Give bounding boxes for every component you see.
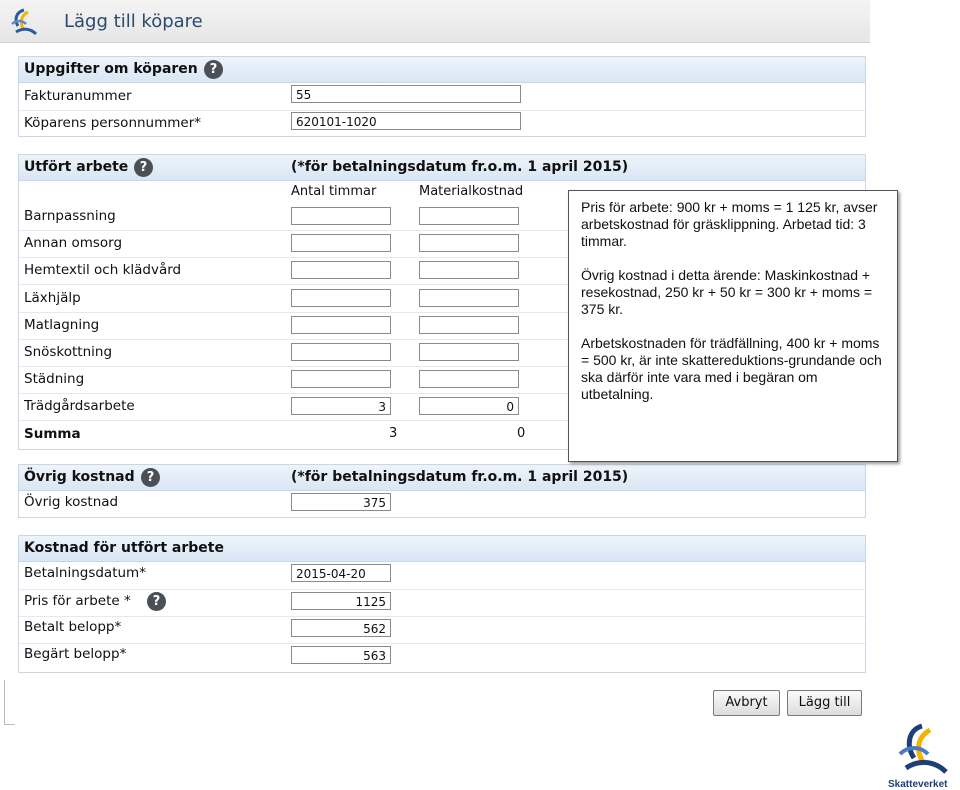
other-cost-input[interactable]: 375 xyxy=(291,493,391,511)
requested-amount-input[interactable]: 563 xyxy=(291,646,391,664)
material-input[interactable] xyxy=(419,343,519,361)
material-input[interactable] xyxy=(419,261,519,280)
material-column-header: Materialkostnad xyxy=(419,184,524,199)
hours-input[interactable] xyxy=(291,288,391,307)
buyer-section-header: Uppgifter om köparen ? xyxy=(19,57,865,83)
payment-date-input[interactable]: 2015-04-20 xyxy=(291,564,391,582)
explanation-callout: Pris för arbete: 900 kr + moms = 1 125 k… xyxy=(568,190,898,462)
invoice-number-input[interactable]: 55 xyxy=(291,85,521,103)
work-section-header: Utfört arbete ? (*för betalningsdatum fr… xyxy=(19,155,865,181)
personal-number-label: Köparens personnummer* xyxy=(24,115,202,131)
add-button[interactable]: Lägg till xyxy=(787,690,862,716)
sum-material-value: 0 xyxy=(517,426,526,441)
cancel-button[interactable]: Avbryt xyxy=(713,690,780,716)
price-row: Pris för arbete * ? 1125 xyxy=(19,589,865,617)
skatteverket-logo-icon xyxy=(898,723,948,774)
page-title: Lägg till köpare xyxy=(64,11,203,32)
other-cost-header: Övrig kostnad ? (*för betalningsdatum fr… xyxy=(19,465,865,491)
other-cost-date-note: (*för betalningsdatum fr.o.m. 1 april 20… xyxy=(291,469,629,485)
callout-paragraph-tree: Arbetskostnaden för trädfällning, 400 kr… xyxy=(581,335,882,402)
buyer-help-icon[interactable]: ? xyxy=(204,60,223,79)
buyer-row-ssn: Köparens personnummer* 620101-1020 xyxy=(19,110,865,137)
sum-hours-value: 3 xyxy=(389,426,398,441)
price-input[interactable]: 1125 xyxy=(291,592,391,610)
skatteverket-swirl-icon xyxy=(11,8,38,36)
material-input[interactable]: 0 xyxy=(419,397,519,416)
buyer-row-invoice: Fakturanummer 55 xyxy=(19,83,865,111)
work-help-icon[interactable]: ? xyxy=(134,158,153,177)
callout-paragraph-other: Övrig kostnad i detta ärende: Maskinkost… xyxy=(581,267,873,317)
work-row-label: Läxhjälp xyxy=(24,289,81,306)
callout-paragraph-price: Pris för arbete: 900 kr + moms = 1 125 k… xyxy=(581,199,878,249)
paid-amount-input[interactable]: 562 xyxy=(291,619,391,637)
material-input[interactable] xyxy=(419,315,519,334)
material-input[interactable] xyxy=(419,207,519,225)
hours-input[interactable] xyxy=(291,343,391,361)
requested-amount-label: Begärt belopp* xyxy=(24,646,127,662)
other-cost-help-icon[interactable]: ? xyxy=(141,468,160,487)
hours-input[interactable] xyxy=(291,207,391,225)
skatteverket-brand: Skatteverket xyxy=(888,722,958,790)
other-cost-row: Övrig kostnad 375 xyxy=(19,491,865,518)
personal-number-input[interactable]: 620101-1020 xyxy=(291,112,521,130)
other-cost-label: Övrig kostnad xyxy=(24,494,119,510)
payment-date-row: Betalningsdatum* 2015-04-20 xyxy=(19,562,865,590)
work-row-label: Barnpassning xyxy=(24,208,116,224)
invoice-number-label: Fakturanummer xyxy=(24,88,132,104)
paid-amount-row: Betalt belopp* 562 xyxy=(19,616,865,644)
page-header: Lägg till köpare xyxy=(0,0,870,43)
work-row-label: Annan omsorg xyxy=(24,235,123,252)
work-row-label: Trädgårdsarbete xyxy=(24,398,135,415)
sum-label: Summa xyxy=(24,426,81,442)
hours-input[interactable] xyxy=(291,315,391,334)
other-cost-section: Övrig kostnad ? (*för betalningsdatum fr… xyxy=(18,464,866,518)
brand-name: Skatteverket xyxy=(888,779,948,790)
hours-input[interactable] xyxy=(291,234,391,253)
work-row-label: Matlagning xyxy=(24,316,100,333)
payment-date-label: Betalningsdatum* xyxy=(24,565,146,581)
work-date-note: (*för betalningsdatum fr.o.m. 1 april 20… xyxy=(291,159,629,175)
work-row-label: Hemtextil och klädvård xyxy=(24,262,182,279)
price-help-icon[interactable]: ? xyxy=(147,592,166,611)
buyer-section-title: Uppgifter om köparen xyxy=(24,61,198,77)
work-cost-section: Kostnad för utfört arbete Betalningsdatu… xyxy=(18,535,866,673)
other-cost-title: Övrig kostnad xyxy=(24,469,135,485)
hours-column-header: Antal timmar xyxy=(291,184,377,199)
dialog-corner xyxy=(4,680,15,725)
hours-input[interactable]: 3 xyxy=(291,397,391,416)
material-input[interactable] xyxy=(419,370,519,389)
work-section-title: Utfört arbete xyxy=(24,159,129,175)
buyer-section: Uppgifter om köparen ? Fakturanummer 55 … xyxy=(18,56,866,137)
hours-input[interactable] xyxy=(291,261,391,280)
paid-amount-label: Betalt belopp* xyxy=(24,619,122,635)
material-input[interactable] xyxy=(419,288,519,307)
work-row-label: Snöskottning xyxy=(24,344,113,360)
hours-input[interactable] xyxy=(291,370,391,389)
work-cost-title: Kostnad för utfört arbete xyxy=(24,540,224,556)
requested-amount-row: Begärt belopp* 563 xyxy=(19,643,865,670)
work-row-label: Städning xyxy=(24,371,85,388)
price-label: Pris för arbete * xyxy=(24,593,131,609)
material-input[interactable] xyxy=(419,234,519,253)
work-cost-header: Kostnad för utfört arbete xyxy=(19,536,865,562)
